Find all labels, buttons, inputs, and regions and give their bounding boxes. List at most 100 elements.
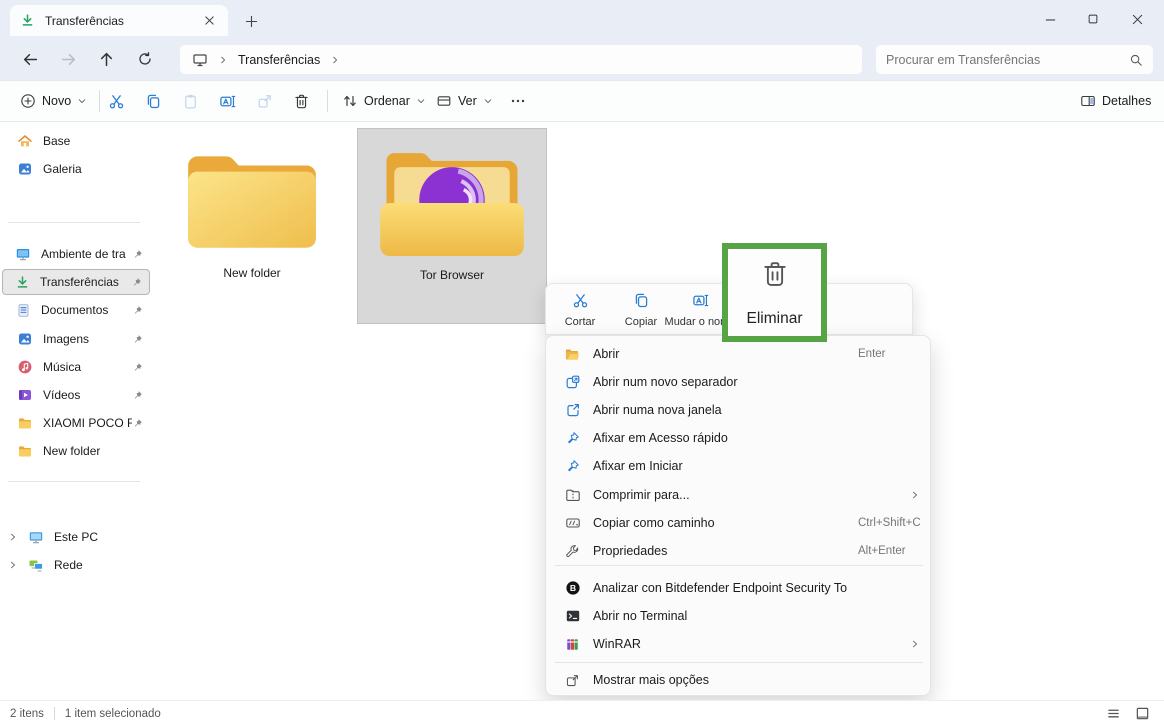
new-button[interactable]: Novo — [12, 86, 95, 116]
pin-icon — [565, 431, 580, 446]
breadcrumb-segment[interactable]: Transferências — [238, 53, 320, 67]
folder-icon — [17, 415, 33, 431]
minimize-button[interactable] — [1033, 8, 1067, 30]
address-bar[interactable]: Transferências — [180, 45, 862, 74]
menu-item-label: Propriedades — [593, 544, 667, 558]
delete-command[interactable]: Eliminar — [747, 310, 803, 328]
close-icon — [1131, 13, 1144, 26]
search-box[interactable] — [876, 45, 1153, 74]
up-arrow-icon — [98, 51, 115, 68]
search-input[interactable] — [886, 53, 1129, 67]
menu-item-afixar-acesso-rapido[interactable]: Afixar em Acesso rápido — [546, 424, 930, 452]
sidebar-item-label: Música — [43, 360, 132, 374]
expand-chevron-icon[interactable] — [8, 560, 18, 570]
menu-item-label: Copiar como caminho — [593, 516, 715, 530]
menu-item-abrir-nova-janela[interactable]: Abrir numa nova janela — [546, 396, 930, 424]
sidebar-item-label: Galeria — [43, 162, 150, 176]
view-icon — [436, 93, 452, 109]
menu-item-label: Comprimir para... — [593, 488, 690, 502]
menu-item-mostrar-mais-opcoes[interactable]: Mostrar mais opções — [546, 666, 930, 694]
cut-command[interactable]: Cortar — [551, 289, 609, 331]
close-button[interactable] — [1120, 8, 1154, 30]
details-pane-button[interactable]: Detalhes — [1072, 86, 1159, 116]
menu-item-abrir-novo-separador[interactable]: Abrir num novo separador — [546, 368, 930, 396]
pin-icon — [132, 362, 143, 373]
file-name: New folder — [223, 266, 280, 280]
file-tile-new-folder[interactable]: New folder — [162, 128, 342, 324]
maximize-button[interactable] — [1076, 8, 1110, 30]
sidebar-item-documentos[interactable]: Documentos — [2, 297, 150, 323]
tab-close-icon[interactable] — [200, 12, 218, 30]
sidebar-item-rede[interactable]: Rede — [2, 552, 150, 578]
paste-button[interactable] — [174, 86, 206, 116]
pin-icon — [132, 334, 143, 345]
terminal-icon — [565, 608, 581, 624]
cut-button[interactable] — [100, 86, 132, 116]
sidebar-item-base[interactable]: Base — [2, 128, 150, 154]
status-divider — [54, 707, 55, 720]
menu-item-label: WinRAR — [593, 637, 641, 651]
menu-item-abrir[interactable]: Abrir Enter — [546, 340, 930, 368]
copy-button[interactable] — [137, 86, 169, 116]
svg-text:B: B — [569, 583, 575, 593]
expand-chevron-icon[interactable] — [8, 532, 18, 542]
desktop-icon — [15, 246, 31, 262]
menu-item-copiar-como-caminho[interactable]: Copiar como caminho Ctrl+Shift+C — [546, 509, 930, 537]
tab-title: Transferências — [45, 14, 200, 28]
pin-icon — [132, 418, 143, 429]
paste-icon — [182, 93, 199, 110]
sidebar-item-musica[interactable]: Música — [2, 354, 150, 380]
sidebar-item-xiaomi-poco[interactable]: XIAOMI POCO F — [2, 410, 150, 436]
rename-button[interactable] — [211, 86, 243, 116]
new-tab-button[interactable] — [240, 10, 262, 32]
back-button[interactable] — [15, 44, 45, 74]
sidebar-divider — [8, 481, 140, 482]
share-button[interactable] — [248, 86, 280, 116]
file-tile-tor-browser[interactable]: Tor Browser — [357, 128, 547, 324]
copy-command[interactable]: Copiar — [612, 289, 670, 331]
sidebar-item-este-pc[interactable]: Este PC — [2, 524, 150, 550]
delete-button[interactable] — [285, 86, 317, 116]
bitdefender-icon: B — [565, 580, 581, 596]
winrar-icon — [565, 637, 580, 652]
sidebar-item-new-folder[interactable]: New folder — [2, 438, 150, 464]
menu-item-afixar-iniciar[interactable]: Afixar em Iniciar — [546, 452, 930, 480]
file-explorer-window: Transferências Transferências — [0, 0, 1164, 726]
menu-item-propriedades[interactable]: Propriedades Alt+Enter — [546, 537, 930, 565]
status-bar: 2 itens 1 item selecionado — [0, 700, 1164, 726]
folder-icon — [17, 443, 33, 459]
sidebar-item-videos[interactable]: Vídeos — [2, 382, 150, 408]
menu-item-abrir-no-terminal[interactable]: Abrir no Terminal — [546, 602, 930, 630]
view-button[interactable]: Ver — [428, 86, 501, 116]
music-icon — [17, 359, 33, 375]
list-view-toggle[interactable] — [1106, 706, 1121, 721]
minimize-icon — [1044, 13, 1057, 26]
refresh-button[interactable] — [130, 44, 160, 74]
sidebar-item-imagens[interactable]: Imagens — [2, 326, 150, 352]
item-count: 2 itens — [10, 708, 44, 720]
more-options-button[interactable] — [503, 86, 533, 116]
submenu-chevron-icon — [910, 490, 920, 500]
this-pc-icon — [192, 52, 208, 68]
forward-button[interactable] — [53, 44, 83, 74]
sidebar-item-galeria[interactable]: Galeria — [2, 156, 150, 182]
sidebar-item-transferencias[interactable]: Transferências — [2, 269, 150, 295]
menu-item-bitdefender-scan[interactable]: B Analizar con Bitdefender Endpoint Secu… — [546, 574, 930, 602]
menu-item-label: Analizar con Bitdefender Endpoint Securi… — [593, 581, 847, 595]
menu-item-comprimir-para[interactable]: Comprimir para... — [546, 481, 930, 509]
explorer-tab[interactable]: Transferências — [10, 5, 228, 36]
sort-button[interactable]: Ordenar — [334, 86, 434, 116]
menu-item-winrar[interactable]: WinRAR — [546, 630, 930, 658]
trash-icon — [293, 93, 310, 110]
sidebar-item-label: Ambiente de tra — [41, 247, 132, 261]
chevron-down-icon — [483, 96, 493, 106]
search-icon[interactable] — [1129, 53, 1143, 67]
video-icon — [17, 387, 33, 403]
up-button[interactable] — [91, 44, 121, 74]
pc-icon — [28, 529, 44, 545]
sidebar-item-label: Vídeos — [43, 388, 132, 402]
context-menu: Abrir Enter Abrir num novo separador Abr… — [545, 335, 931, 696]
sidebar-item-desktop[interactable]: Ambiente de tra — [2, 241, 150, 267]
breadcrumb-chevron-icon[interactable] — [330, 55, 340, 65]
thumbnail-view-toggle[interactable] — [1135, 706, 1150, 721]
